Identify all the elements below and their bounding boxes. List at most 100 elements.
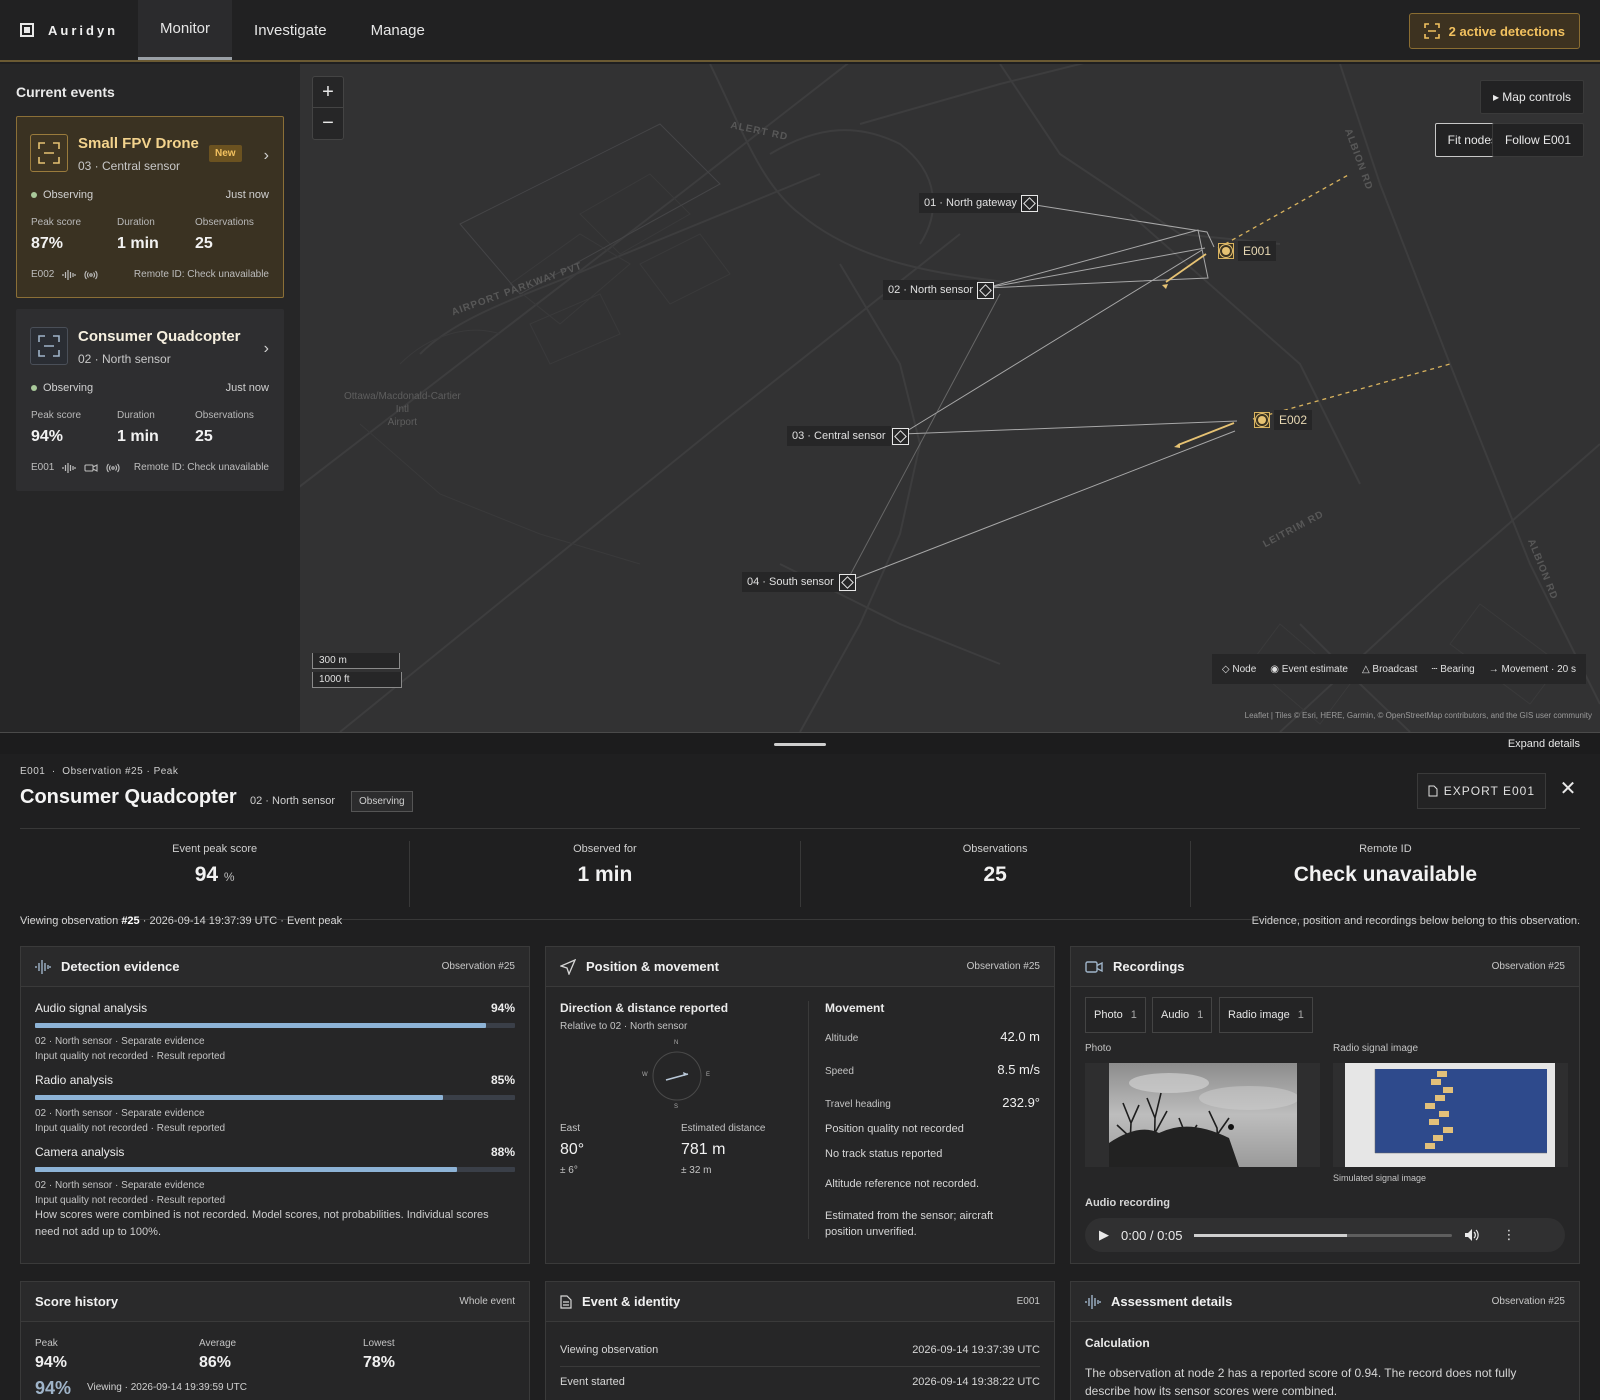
close-icon[interactable]: ✕	[1556, 776, 1580, 804]
status-dot	[31, 385, 37, 391]
audio-time: 0:00 / 0:05	[1121, 1227, 1183, 1243]
drag-handle[interactable]	[774, 743, 826, 746]
panel-splitter[interactable]: Expand details	[0, 732, 1600, 754]
scale-metric: 300 m	[312, 653, 400, 669]
stat-label: Duration	[117, 217, 155, 228]
chip-radio-image[interactable]: Radio image 1	[1219, 997, 1313, 1033]
spectrogram-image	[1345, 1063, 1555, 1167]
compass-e: E	[706, 1072, 711, 1078]
photo-label: Photo	[1085, 1043, 1112, 1054]
brand[interactable]: Auridyn	[0, 0, 138, 60]
map-legend: ◇ Node ◉ Event estimate △ Broadcast ┄ Be…	[1211, 654, 1586, 684]
export-label: EXPORT E001	[1443, 784, 1535, 798]
audio-player: ▶ 0:00 / 0:05 ⋮	[1085, 1218, 1565, 1252]
export-button[interactable]: EXPORT E001	[1416, 773, 1546, 809]
evidence-meta: Input quality not recorded · Result repo…	[35, 1051, 226, 1062]
kpi-observed-for: Observed for 1 min	[410, 841, 801, 907]
heading-label: Travel heading	[825, 1099, 891, 1110]
event-card-time: Just now	[225, 189, 269, 201]
direction-subtitle: Relative to 02 · North sensor	[560, 1021, 688, 1032]
evidence-meta: 02 · North sensor · Separate evidence	[35, 1180, 205, 1191]
node-label-north-sensor[interactable]: 02 · North sensor	[883, 280, 978, 300]
drone-scan-icon	[30, 327, 68, 365]
stat-value: 25	[195, 235, 213, 252]
panel-title: Event & identity	[582, 1294, 681, 1309]
event-label-e002[interactable]: E002	[1274, 410, 1313, 430]
panel-ref: Observation #25	[1491, 961, 1565, 972]
active-detections-button[interactable]: 2 active detections	[1408, 13, 1580, 49]
node-label-south-sensor[interactable]: 04 · South sensor	[742, 572, 839, 592]
stat-label: Observations	[195, 217, 254, 228]
event-estimate-icon[interactable]	[1254, 412, 1270, 428]
status-label: Observing	[43, 382, 94, 394]
play-icon[interactable]: ▶	[1099, 1227, 1109, 1243]
stat-label: Observations	[195, 410, 254, 421]
distance-tolerance: ± 32 m	[681, 1165, 712, 1176]
evidence-name: Audio signal analysis	[35, 1001, 148, 1015]
legend-event: ◉ Event estimate	[1270, 663, 1348, 675]
chip-audio[interactable]: Audio 1	[1152, 997, 1213, 1033]
scan-icon	[1423, 23, 1440, 39]
map-view[interactable]: ALERT RD AIRPORT PARKWAY PVT ALBION RD L…	[300, 64, 1600, 732]
event-id: E001	[31, 462, 55, 473]
zoom-out-button[interactable]: −	[313, 108, 343, 139]
kpi-value: 25	[983, 863, 1007, 886]
map-controls-button[interactable]: ▸ Map controls	[1479, 80, 1584, 114]
evidence-score: 85%	[490, 1073, 515, 1087]
panel-ref: Observation #25	[441, 961, 515, 972]
chip-photo[interactable]: Photo 1	[1085, 997, 1146, 1033]
event-card-status: Observing	[31, 189, 93, 201]
divider	[808, 1001, 809, 1239]
event-id: E002	[31, 269, 55, 280]
event-card-title: Small FPV Drone	[78, 135, 199, 152]
kpi-value: 94 %	[194, 863, 235, 886]
tab-monitor[interactable]: Monitor	[138, 0, 233, 60]
map-attribution[interactable]: Leaflet | Tiles © Esri, HERE, Garmin, © …	[300, 711, 1592, 720]
evidence-item-audio: Audio signal analysis 94% 02 · North sen…	[35, 1001, 515, 1064]
chevron-right-icon: ›	[263, 340, 269, 357]
evidence-name: Camera analysis	[35, 1145, 125, 1159]
evidence-bar	[35, 1167, 515, 1172]
evidence-bar-fill	[35, 1095, 443, 1100]
top-bar: Auridyn Monitor Investigate Manage 2 act…	[0, 0, 1600, 62]
evidence-bar-fill	[35, 1023, 487, 1028]
audio-seek-slider[interactable]	[1194, 1233, 1453, 1237]
radio-image-frame[interactable]	[1333, 1063, 1568, 1167]
node-diamond-icon[interactable]	[839, 574, 856, 591]
volume-icon[interactable]	[1464, 1228, 1480, 1242]
stat-value: 1 min	[117, 428, 159, 445]
event-card-sensor: 03 · Central sensor	[78, 159, 181, 173]
event-card-e002[interactable]: Small FPV Drone 03 · Central sensor New …	[16, 116, 284, 298]
node-label-north-gateway[interactable]: 01 · North gateway	[919, 193, 1022, 213]
evidence-note: How scores were combined is not recorded…	[35, 1209, 489, 1238]
node-diamond-icon[interactable]	[977, 282, 994, 299]
triangle-icon: △	[1361, 663, 1370, 675]
kpi-value: Check unavailable	[1293, 863, 1477, 886]
audio-wave-icon	[62, 462, 76, 473]
zoom-in-button[interactable]: +	[313, 77, 343, 108]
tab-manage[interactable]: Manage	[349, 0, 447, 60]
more-options-icon[interactable]: ⋮	[1502, 1227, 1515, 1243]
event-card-e001[interactable]: Consumer Quadcopter 02 · North sensor › …	[16, 309, 284, 491]
expand-details-button[interactable]: Expand details	[1508, 738, 1580, 750]
arrow-right-icon: →	[1488, 663, 1499, 675]
map-basemap	[300, 64, 1600, 732]
brand-name: Auridyn	[48, 22, 119, 38]
photo-frame[interactable]	[1085, 1063, 1320, 1167]
position-note: Position quality not recorded	[825, 1123, 964, 1135]
direction-title: Direction & distance reported	[560, 1001, 729, 1015]
speed-value: 8.5 m/s	[997, 1062, 1040, 1077]
event-card-status: Observing	[31, 382, 93, 394]
node-diamond-icon[interactable]	[1021, 195, 1038, 212]
evidence-bar	[35, 1023, 515, 1028]
event-estimate-icon[interactable]	[1218, 243, 1234, 259]
follow-event-button[interactable]: Follow E001	[1491, 123, 1584, 157]
stat-label: Peak score	[31, 217, 82, 228]
panel-title: Position & movement	[586, 959, 719, 974]
node-diamond-icon[interactable]	[892, 428, 909, 445]
assessment-panel: Assessment details Observation #25 Calcu…	[1070, 1281, 1580, 1400]
panel-title: Detection evidence	[61, 959, 180, 974]
node-label-central-sensor[interactable]: 03 · Central sensor	[787, 426, 891, 446]
tab-investigate[interactable]: Investigate	[232, 0, 349, 60]
event-label-e001[interactable]: E001	[1238, 241, 1277, 261]
